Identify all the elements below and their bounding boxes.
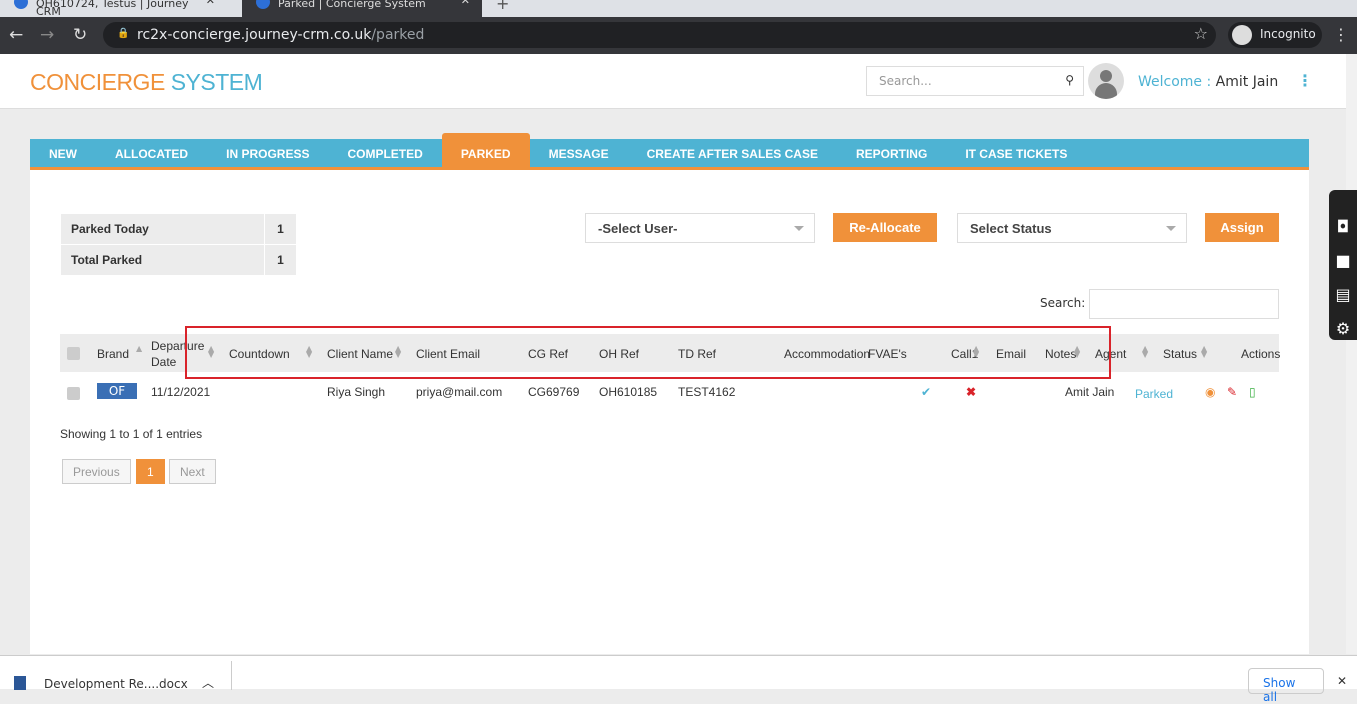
tab-completed[interactable]: COMPLETED [328,139,441,167]
tab-new[interactable]: NEW [30,139,96,167]
browser-tab[interactable]: OH610724, Testus | Journey CRM ✕ [0,0,227,17]
table-search-label: Search: [1040,296,1086,310]
browser-toolbar: ← → ↻ 🔒 rc2x-concierge.journey-crm.co.uk… [0,17,1357,54]
tab-it-case-tickets[interactable]: IT CASE TICKETS [946,139,1086,167]
table-search-input[interactable] [1089,289,1279,319]
incognito-icon [1232,25,1252,45]
camera-icon[interactable]: ◘ [1329,210,1357,244]
lock-icon: 🔒 [117,28,130,39]
back-icon[interactable]: ← [9,25,23,45]
video-icon[interactable]: ■ [1329,244,1357,278]
address-bar[interactable]: 🔒 rc2x-concierge.journey-crm.co.uk/parke… [103,22,1216,48]
tab-create-after-sales-case[interactable]: CREATE AFTER SALES CASE [628,139,837,167]
tab-parked[interactable]: PARKED [441,133,530,167]
sort-asc-icon[interactable]: ▲ [136,345,142,353]
check-icon: ✔ [921,385,932,399]
reload-icon[interactable]: ↻ [73,25,87,45]
word-doc-icon [14,676,26,690]
select-user-dropdown[interactable]: -Select User- [585,213,815,243]
assign-button[interactable]: Assign [1205,213,1279,242]
forward-icon[interactable]: → [40,25,54,45]
tab-allocated[interactable]: ALLOCATED [96,139,207,167]
browser-menu-icon[interactable]: ⋮ [1333,25,1349,44]
app-header: CONCIERGE SYSTEM Search... ⚲ Welcome : Am… [0,54,1346,109]
sort-icon[interactable]: ▲ ▼ [1142,345,1148,359]
downloads-bar: Development Re....docx ︿ Show all ✕ [0,655,1357,704]
select-status-dropdown[interactable]: Select Status [957,213,1187,243]
scrollbar[interactable] [1346,54,1357,654]
main-panel: NEW ALLOCATED IN PROGRESS COMPLETED PARK… [30,133,1309,654]
bookmark-star-icon[interactable]: ☆ [1194,24,1208,43]
user-menu-icon[interactable]: ⋮ [1297,71,1313,90]
show-all-button[interactable]: Show all [1248,668,1324,704]
brand-badge: OF [97,383,137,399]
screen-tools-sidebar: ◘ ■ ▤ ⚙ [1329,190,1357,340]
chevron-up-icon[interactable]: ︿ [202,674,214,691]
browser-tab-active[interactable]: Parked | Concierge System ✕ [242,0,482,17]
col-actions: Actions [1241,347,1281,361]
tab-in-progress[interactable]: IN PROGRESS [207,139,328,167]
tab-reporting[interactable]: REPORTING [837,139,946,167]
avatar[interactable] [1088,63,1124,99]
incognito-badge[interactable]: Incognito [1228,22,1322,48]
reallocate-button[interactable]: Re-Allocate [833,213,937,242]
logo[interactable]: CONCIERGE SYSTEM [30,69,263,96]
image-icon[interactable]: ▤ [1329,278,1357,312]
tab-message[interactable]: MESSAGE [530,139,628,167]
stats-table: Parked Today 1 Total Parked 1 [60,213,297,276]
search-icon[interactable]: ⚲ [1065,73,1074,87]
favicon-icon [14,0,28,9]
row-checkbox[interactable] [67,387,80,400]
welcome-text: Welcome : Amit Jain [1138,74,1279,90]
close-icon[interactable]: ✕ [1337,674,1347,688]
next-button[interactable]: Next [169,459,216,484]
col-departure-date[interactable]: Date [151,355,176,369]
document-icon[interactable]: ▯ [1249,385,1256,399]
cross-icon: ✖ [966,385,977,399]
highlight-box [185,326,1111,379]
sort-icon[interactable]: ▲ ▼ [1201,345,1207,359]
favicon-icon [256,0,270,9]
main-nav: NEW ALLOCATED IN PROGRESS COMPLETED PARK… [30,133,1309,170]
close-tab-icon[interactable]: ✕ [206,0,215,6]
page-1-button[interactable]: 1 [136,459,165,484]
select-all-checkbox[interactable] [67,347,80,360]
previous-button[interactable]: Previous [62,459,131,484]
table-info: Showing 1 to 1 of 1 entries [60,427,203,441]
new-tab-icon[interactable]: + [496,0,509,13]
header-search-input[interactable]: Search... ⚲ [866,66,1084,96]
view-eye-icon[interactable]: ◉ [1205,385,1215,399]
close-tab-icon[interactable]: ✕ [461,0,470,6]
gear-icon[interactable]: ⚙ [1329,312,1357,346]
status-badge: Parked [1135,387,1174,401]
browser-tabstrip: OH610724, Testus | Journey CRM ✕ Parked |… [0,0,1357,17]
col-brand[interactable]: Brand [97,347,129,361]
col-status[interactable]: Status [1163,347,1197,361]
edit-icon[interactable]: ✎ [1227,385,1237,399]
